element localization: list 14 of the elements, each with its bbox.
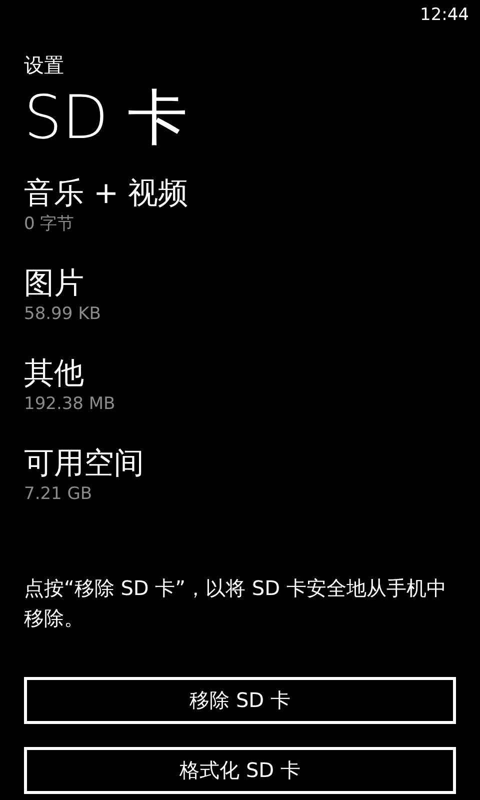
app-title: 设置: [24, 52, 64, 78]
instruction-text: 点按“移除 SD 卡”，以将 SD 卡安全地从手机中移除。: [24, 575, 448, 632]
category-size: 7.21 GB: [24, 483, 92, 505]
page-title: SD 卡: [24, 82, 188, 154]
category-size: 192.38 MB: [24, 393, 116, 415]
category-name: 其他: [24, 355, 84, 393]
category-name: 可用空间: [24, 445, 144, 483]
category-name: 音乐 + 视频: [24, 175, 188, 213]
action-button[interactable]: 移除 SD 卡: [24, 677, 456, 724]
action-button[interactable]: 格式化 SD 卡: [24, 747, 456, 794]
status-time: 12:44: [420, 4, 469, 27]
category-size: 0 字节: [24, 213, 74, 235]
category-size: 58.99 KB: [24, 303, 101, 325]
category-name: 图片: [24, 265, 84, 303]
